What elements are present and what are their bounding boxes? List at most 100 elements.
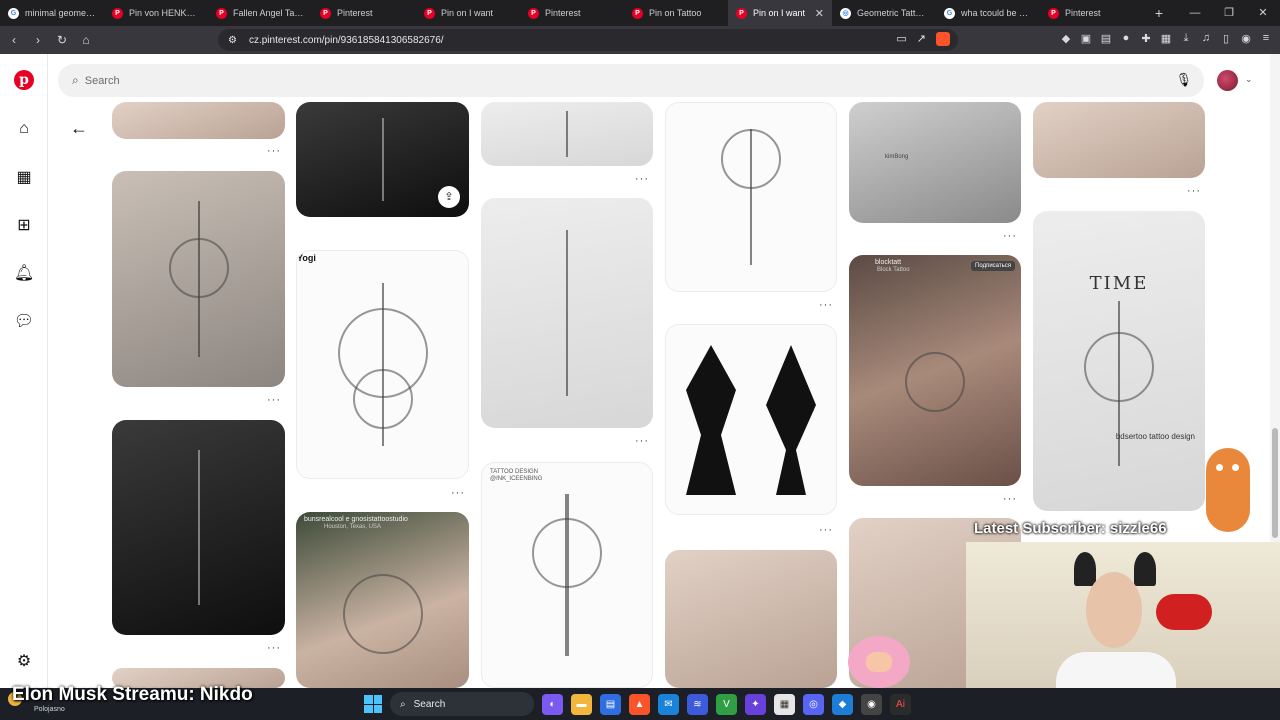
- reload-icon[interactable]: ↻: [52, 33, 72, 47]
- more-options-icon[interactable]: ···: [1187, 185, 1201, 197]
- notepad-icon[interactable]: ▦: [774, 693, 795, 715]
- more-options-icon[interactable]: ···: [1003, 230, 1017, 242]
- back-arrow-icon[interactable]: ←: [70, 118, 88, 139]
- new-tab-icon[interactable]: +: [1144, 0, 1174, 26]
- browser-tab[interactable]: P Pinterest: [520, 0, 624, 26]
- more-options-icon[interactable]: ···: [635, 435, 649, 447]
- pin-image[interactable]: TATTOO DESIGN @INK_ICEENBING: [481, 462, 653, 688]
- extension-icon[interactable]: ●: [1120, 32, 1132, 46]
- tab-label: minimal geometric: [25, 8, 96, 18]
- pin-image[interactable]: [112, 171, 285, 387]
- home-nav-icon[interactable]: ⌂: [76, 33, 96, 47]
- sidebar-icon[interactable]: ▯: [1220, 32, 1232, 46]
- more-options-icon[interactable]: ···: [267, 642, 281, 654]
- microphone-icon[interactable]: 🎙︎: [1175, 72, 1192, 88]
- home-icon[interactable]: ⌂: [12, 117, 36, 141]
- search-placeholder: Search: [84, 74, 120, 87]
- app-icon[interactable]: ✦: [745, 693, 766, 715]
- app-icon[interactable]: V: [716, 693, 737, 715]
- copilot-icon[interactable]: ◐: [542, 693, 563, 715]
- file-explorer-icon[interactable]: ▬: [571, 693, 592, 715]
- pin-image[interactable]: [665, 550, 837, 688]
- download-icon[interactable]: ⤓: [1180, 32, 1192, 46]
- extension-icon[interactable]: ▣: [1080, 32, 1092, 46]
- browser-tab[interactable]: Gminimal geometric: [0, 0, 104, 26]
- pin-image[interactable]: [665, 324, 837, 515]
- tab-label: Pin von HENKO auf: [129, 8, 200, 18]
- share-page-icon[interactable]: ↗: [917, 32, 926, 46]
- pin-image[interactable]: [665, 102, 837, 292]
- search-input[interactable]: ⌕ Search 🎙︎: [58, 64, 1204, 97]
- browser-tab[interactable]: ◎ Geometric Tattoo G: [832, 0, 936, 26]
- more-options-icon[interactable]: ···: [267, 394, 281, 406]
- profile-icon[interactable]: ◉: [1240, 32, 1252, 46]
- browser-tab[interactable]: Gwha tcould be mea: [936, 0, 1040, 26]
- brave-shield-icon[interactable]: [936, 32, 950, 46]
- extension-icon[interactable]: ▦: [1160, 32, 1172, 46]
- pin-artwork: [686, 345, 736, 495]
- media-icon[interactable]: ♫: [1200, 32, 1212, 46]
- close-window-icon[interactable]: ✕: [1246, 0, 1280, 26]
- browser-tab[interactable]: P Pinterest: [312, 0, 416, 26]
- notifications-icon[interactable]: 🔔︎: [12, 261, 36, 285]
- brave-browser-icon[interactable]: ▲: [629, 693, 650, 715]
- more-options-icon[interactable]: ···: [635, 173, 649, 185]
- puzzle-icon[interactable]: ✚: [1140, 32, 1152, 46]
- tab-label: Pin on Tattoo: [649, 8, 702, 18]
- pin-image[interactable]: bunsrealcool e gnosistattoostudio Housto…: [296, 512, 469, 688]
- more-options-icon[interactable]: ···: [819, 524, 833, 536]
- browser-tab[interactable]: P Fallen Angel Tattoo: [208, 0, 312, 26]
- back-nav-icon[interactable]: ‹: [4, 33, 24, 47]
- browser-tab[interactable]: P Pinterest: [1040, 0, 1144, 26]
- mail-icon[interactable]: ✉: [658, 693, 679, 715]
- browser-tab[interactable]: P Pin on I want: [416, 0, 520, 26]
- pin-image[interactable]: TIME bdsertoo tattoo design: [1033, 211, 1205, 511]
- more-options-icon[interactable]: ···: [819, 299, 833, 311]
- forward-nav-icon[interactable]: ›: [28, 33, 48, 47]
- explore-icon[interactable]: ▦: [12, 165, 36, 189]
- more-options-icon[interactable]: ···: [1003, 493, 1017, 505]
- app-icon[interactable]: ≋: [687, 693, 708, 715]
- pin-image[interactable]: blocktatt Block Tattoo Подписаться: [849, 255, 1021, 486]
- messages-icon[interactable]: 💬︎: [12, 309, 36, 333]
- tab-label: Pinterest: [1065, 8, 1101, 18]
- pin-image[interactable]: Yogi: [296, 250, 469, 479]
- obs-icon[interactable]: ◉: [861, 693, 882, 715]
- taskbar-search[interactable]: ⌕ Search: [390, 692, 534, 716]
- share-icon[interactable]: ⇪: [438, 186, 460, 208]
- url-text: cz.pinterest.com/pin/936185841306582676/: [248, 34, 444, 46]
- pinterest-logo-icon[interactable]: p: [14, 70, 34, 90]
- pin-image[interactable]: kimBong: [849, 102, 1021, 223]
- menu-icon[interactable]: ≡: [1260, 32, 1272, 46]
- maximize-icon[interactable]: ❐: [1212, 0, 1246, 26]
- pinterest-icon: P: [216, 7, 227, 19]
- pin-image[interactable]: [481, 102, 653, 166]
- close-tab-icon[interactable]: ✕: [815, 7, 824, 20]
- extension-icon[interactable]: ◆: [1060, 32, 1072, 46]
- subscribe-button[interactable]: Подписаться: [971, 261, 1015, 271]
- minimize-icon[interactable]: —: [1178, 0, 1212, 26]
- browser-tab[interactable]: P Pin on Tattoo: [624, 0, 728, 26]
- pin-image[interactable]: [481, 198, 653, 428]
- create-icon[interactable]: ⊞: [12, 213, 36, 237]
- discord-icon[interactable]: ◎: [803, 693, 824, 715]
- windows-start-icon[interactable]: [364, 695, 382, 713]
- settings-icon[interactable]: ⚙: [12, 649, 36, 673]
- avatar[interactable]: [1217, 70, 1238, 91]
- scrollbar-thumb[interactable]: [1272, 428, 1278, 538]
- chevron-down-icon[interactable]: ⌄: [1245, 74, 1253, 85]
- app-icon[interactable]: ◆: [832, 693, 853, 715]
- pin-image[interactable]: [112, 420, 285, 635]
- pin-image[interactable]: [112, 102, 285, 139]
- store-icon[interactable]: ▤: [600, 693, 621, 715]
- cast-icon[interactable]: ▭: [896, 32, 906, 46]
- browser-tab-active[interactable]: P Pin on I want ✕: [728, 0, 832, 26]
- extension-icon[interactable]: ▤: [1100, 32, 1112, 46]
- more-options-icon[interactable]: ···: [267, 145, 281, 157]
- pin-image[interactable]: [1033, 102, 1205, 178]
- more-options-icon[interactable]: ···: [451, 487, 465, 499]
- illustrator-icon[interactable]: Ai: [890, 693, 911, 715]
- browser-tab[interactable]: P Pin von HENKO auf: [104, 0, 208, 26]
- address-bar[interactable]: ⚙ cz.pinterest.com/pin/93618584130658267…: [218, 29, 958, 51]
- site-settings-icon[interactable]: ⚙: [228, 35, 237, 46]
